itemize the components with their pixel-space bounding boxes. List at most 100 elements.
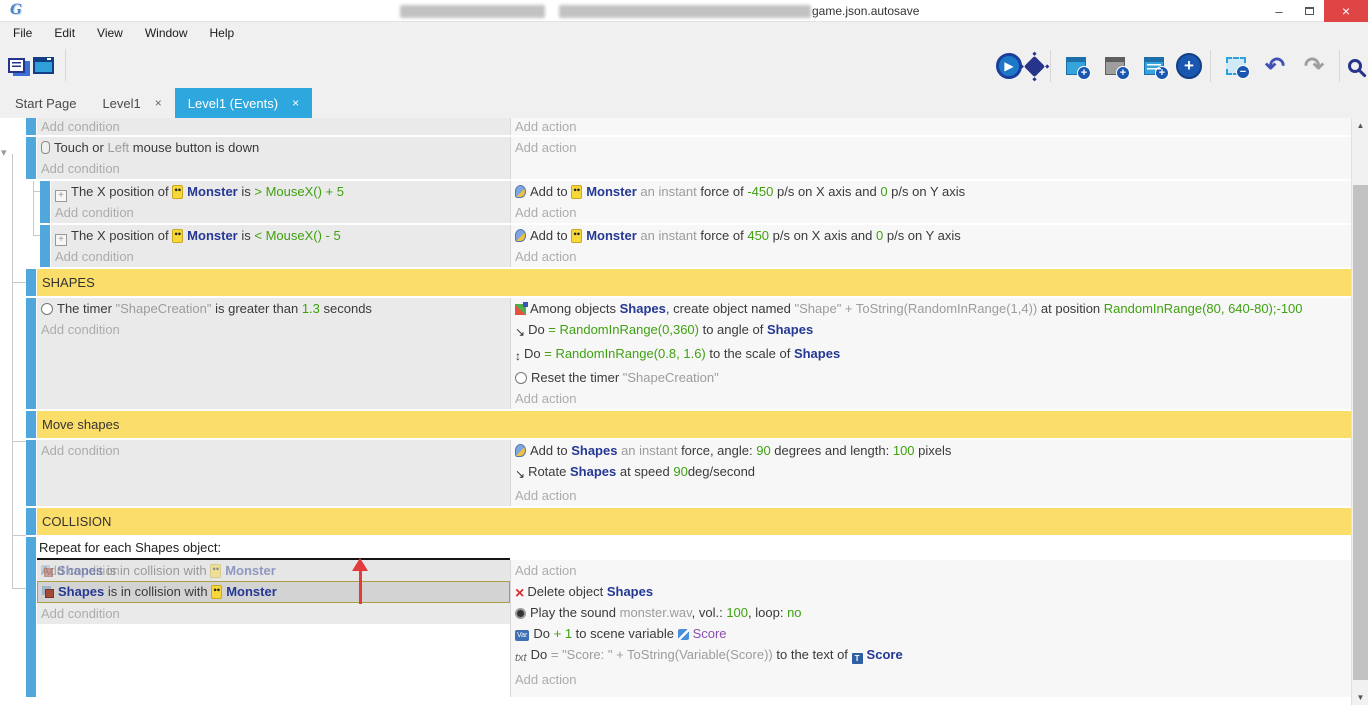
add-condition-button[interactable]: Add condition [37, 118, 510, 135]
tab-level1[interactable]: Level1 × [89, 88, 174, 118]
window-title-text: game.json.autosave [812, 4, 919, 18]
add-condition-button[interactable]: Add condition [37, 158, 510, 179]
redo-button[interactable] [1297, 49, 1331, 83]
tab-close-icon[interactable]: × [292, 96, 299, 110]
action-line[interactable]: Add to Shapes an instant force, angle: 9… [511, 440, 1351, 461]
text-segment: Shapes [571, 443, 617, 458]
condition-line[interactable]: +The X position of Monster is > MouseX()… [51, 181, 510, 202]
angle-icon: ↘ [515, 322, 525, 343]
action-line[interactable]: ↘Rotate Shapes at speed 90deg/second [511, 461, 1351, 485]
action-line[interactable]: Reset the timer "ShapeCreation" [511, 367, 1351, 388]
add-subevent-button[interactable]: + [1098, 49, 1132, 83]
scrollbar-thumb[interactable] [1353, 185, 1368, 680]
undo-button[interactable] [1258, 49, 1292, 83]
condition-line[interactable]: The timer "ShapeCreation" is greater tha… [37, 298, 510, 319]
condition-line[interactable]: Shapes is in collision with Monster [38, 582, 509, 602]
event-color-bar [26, 118, 36, 135]
menu-item-help[interactable]: Help [199, 22, 246, 44]
comment-label[interactable]: SHAPES [37, 269, 1351, 296]
menu-item-view[interactable]: View [86, 22, 134, 44]
comment-label[interactable]: COLLISION [37, 508, 1351, 535]
text-segment: to scene variable [572, 626, 678, 641]
collapse-arrow-icon[interactable]: ▾ [1, 146, 7, 159]
add-condition-button[interactable]: Add condition [37, 603, 510, 624]
action-line[interactable]: Among objects Shapes, create object name… [511, 298, 1351, 319]
action-line[interactable]: ↕Do = RandomInRange(0.8, 1.6) to the sca… [511, 343, 1351, 367]
add-event-button[interactable]: + [1059, 49, 1093, 83]
text-segment: 100 [893, 443, 915, 458]
add-condition-button[interactable]: Add condition [51, 246, 510, 267]
scrollbar-down-button[interactable]: ▼ [1352, 690, 1368, 705]
add-comment-button[interactable]: + [1137, 49, 1171, 83]
action-line[interactable]: ×Delete object Shapes [511, 581, 1351, 602]
add-circle-button[interactable]: + [1176, 53, 1202, 79]
close-button[interactable]: × [1324, 0, 1368, 22]
add-condition-button[interactable]: Add condition [37, 319, 510, 340]
text-segment: mouse button is down [129, 140, 259, 155]
menu-item-edit[interactable]: Edit [43, 22, 86, 44]
plus-badge-icon: + [1077, 66, 1091, 80]
toolbar-separator [1050, 50, 1051, 82]
text-segment: Add to [530, 443, 571, 458]
force-icon [515, 185, 526, 198]
tab-level1-events-[interactable]: Level1 (Events)× [175, 88, 312, 118]
text-segment: Score [867, 647, 903, 662]
debug-button[interactable] [1024, 55, 1045, 76]
text-segment: Shapes [607, 584, 653, 599]
remove-selection-button[interactable]: − [1219, 49, 1253, 83]
play-button[interactable] [996, 53, 1022, 79]
menu-item-file[interactable]: File [2, 22, 43, 44]
repeat-header[interactable]: Repeat for each Shapes object: [37, 537, 1351, 558]
search-button[interactable] [1348, 59, 1362, 73]
text-segment: Do [528, 322, 548, 337]
minimize-button[interactable]: – [1264, 0, 1294, 22]
text-segment: seconds [320, 301, 372, 316]
maximize-button[interactable] [1294, 0, 1324, 22]
add-action-button[interactable]: Add action [511, 118, 1351, 135]
actions-cell: Add to Monster an instant force of -450 … [510, 181, 1351, 223]
text-segment: Shapes [620, 301, 666, 316]
scrollbar-up-button[interactable]: ▲ [1352, 118, 1368, 133]
connector-line [12, 154, 13, 588]
text-segment: + 1 [554, 626, 572, 641]
condition-line[interactable]: +The X position of Monster is < MouseX()… [51, 225, 510, 246]
add-condition-button[interactable]: Add condition [37, 440, 510, 461]
selected-condition-row[interactable]: Shapes is in collision with Monster [37, 581, 510, 603]
menu-item-window[interactable]: Window [134, 22, 199, 44]
scrollbar[interactable]: ▲ ▼ [1351, 118, 1368, 705]
add-action-button[interactable]: Add action [511, 669, 1351, 690]
add-action-button[interactable]: Add action [511, 485, 1351, 506]
condition-line[interactable]: Touch or Left mouse button is down [37, 137, 510, 158]
event-row: Add conditionAdd action [0, 118, 1351, 135]
action-line[interactable]: VarDo + 1 to scene variable Score [511, 623, 1351, 644]
action-line[interactable]: Add to Monster an instant force of -450 … [511, 181, 1351, 202]
add-action-button[interactable]: Add action [511, 246, 1351, 267]
project-manager-button[interactable] [8, 58, 25, 73]
comment-label[interactable]: Move shapes [37, 411, 1351, 438]
plus-badge-icon: − [1236, 65, 1250, 79]
tab-start-page[interactable]: Start Page [2, 88, 89, 118]
text-segment: force of [700, 184, 747, 199]
scene-window-button[interactable] [33, 57, 54, 74]
red-arrow-head [352, 558, 368, 571]
text-segment: Shapes [767, 322, 813, 337]
add-action-button[interactable]: Add action [511, 560, 1351, 581]
text-segment: Reset the timer [531, 370, 623, 385]
action-line[interactable]: txtDo = "Score: " + ToString(Variable(Sc… [511, 644, 1351, 669]
actions-cell: Add action×Delete object ShapesPlay the … [510, 560, 1351, 697]
remove-selection-icon: − [1226, 57, 1246, 75]
text-segment: 90 [673, 464, 687, 479]
add-action-button[interactable]: Add action [511, 388, 1351, 409]
text-segment: Add action [515, 249, 576, 264]
text-segment: at position [1037, 301, 1104, 316]
action-line[interactable]: ↘Do = RandomInRange(0,360) to angle of S… [511, 319, 1351, 343]
tab-close-icon[interactable]: × [155, 96, 162, 110]
action-line[interactable]: Add to Monster an instant force of 450 p… [511, 225, 1351, 246]
add-comment-icon: + [1144, 57, 1164, 75]
action-line[interactable]: Play the sound monster.wav, vol.: 100, l… [511, 602, 1351, 623]
text-segment: -450 [747, 184, 773, 199]
add-action-button[interactable]: Add action [511, 137, 1351, 158]
add-condition-button[interactable]: Add condition [51, 202, 510, 223]
add-action-button[interactable]: Add action [511, 202, 1351, 223]
tab-label: Level1 [102, 96, 140, 111]
